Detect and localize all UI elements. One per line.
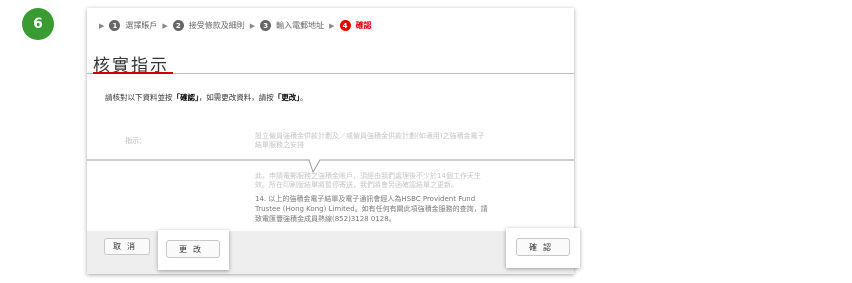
confirm-button[interactable]: 確認 [516,238,570,256]
instruction-confirm-keyword: 「確認」 [172,93,199,102]
arrow-right-icon: ▶ [249,21,256,30]
detail-line: 設立僱員強積金供款計劃及／或僱員強積金供款計劃(如適用)之強積金電子 [255,132,485,140]
detail-line: 效。所在印刷版結單將暫停寄送，我們將會另函確認結單之更新。 [255,181,458,189]
step-1-label: 選擇賬戶 [125,21,158,30]
instruction-prefix: 請核對以下資料並按 [105,93,173,102]
arrow-right-icon: ▶ [99,21,105,30]
detail-line: 致電匯豐強積金成員熱線(852)3128 0128。 [255,215,396,223]
title-underline [93,72,173,74]
detail-line: 此，申請電郵服務之強積金賬戶，須經由我們處理後不少於14個工作天生 [255,172,481,180]
step-4-label: 確認 [355,21,372,30]
instruction-text: 請核對以下資料並按「確認」，如需更改資料，請按「更改」。 [105,92,308,103]
step-3-number: 3 [260,20,272,31]
arrow-right-icon: ▶ [329,21,335,30]
change-button[interactable]: 更改 [166,240,220,258]
arrow-right-icon: ▶ [162,21,168,30]
step-2-number: 2 [172,20,184,31]
instruction-suffix: 。 [300,93,308,102]
cancel-button[interactable]: 取消 [104,238,150,255]
step-2-label: 接受條款及細則 [188,21,245,30]
instruction-middle: ，如需更改資料，請按 [198,93,274,102]
detail-line: Trustee (Hong Kong) Limited。如有任何有關此項強積金服… [255,205,488,213]
step-4-number: 4 [339,20,351,31]
instruction-field-label: 指示： [125,137,146,145]
step-3-label: 輸入電郵地址 [276,21,325,30]
detail-line: 14. 以上的強積金電子結單及電子通訊會經人為HSBC Provident Fu… [255,195,476,203]
instruction-change-keyword: 「更改」 [273,93,300,102]
progress-steps: ▶ 1 選擇賬戶 ▶ 2 接受條款及細則 ▶ 3 輸入電郵地址 ▶ 4 確認 [99,20,372,31]
step-number-badge: 6 [22,8,54,40]
step-1-number: 1 [109,20,121,31]
